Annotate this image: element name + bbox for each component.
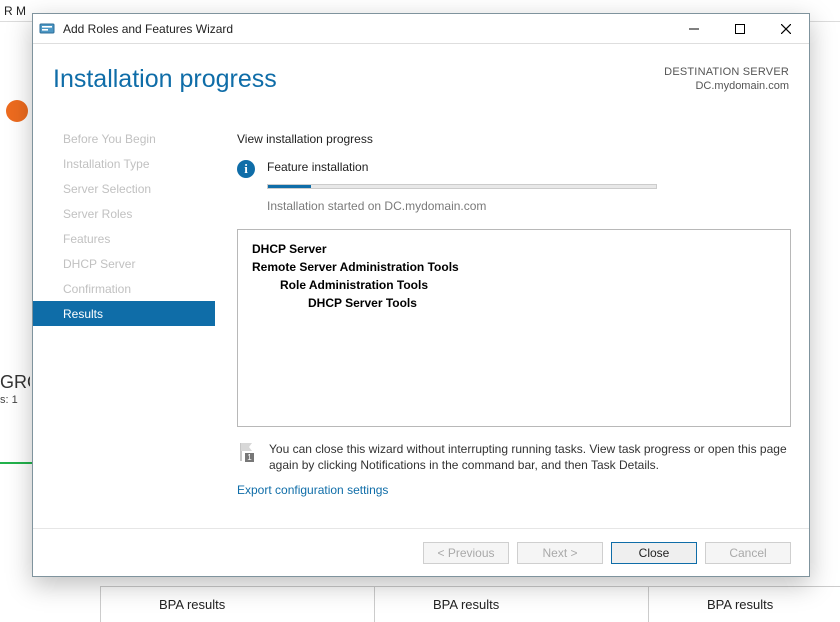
bg-group-fragment: GRO s: 1	[0, 372, 30, 406]
features-list-box: DHCP Server Remote Server Administration…	[237, 229, 791, 427]
bg-orange-tile-icon	[6, 100, 28, 122]
next-button: Next >	[517, 542, 603, 564]
minimize-button[interactable]	[671, 14, 717, 44]
nav-server-selection: Server Selection	[33, 176, 215, 201]
install-progress-bar	[267, 184, 657, 189]
dialog-content: View installation progress i Feature ins…	[237, 132, 791, 524]
nav-results[interactable]: Results	[33, 301, 215, 326]
feature-dhcp-server: DHCP Server	[252, 240, 776, 258]
bg-title-text: R M	[4, 4, 26, 18]
feature-role-admin-tools: Role Administration Tools	[252, 276, 776, 294]
bg-bpa-cell-1[interactable]: BPA results	[100, 586, 374, 622]
nav-features: Features	[33, 226, 215, 251]
bg-servers-count: s: 1	[0, 394, 30, 406]
feature-rsat: Remote Server Administration Tools	[252, 258, 776, 276]
maximize-button[interactable]	[717, 14, 763, 44]
wizard-nav: Before You Begin Installation Type Serve…	[33, 126, 215, 528]
destination-server-block: DESTINATION SERVER DC.mydomain.com	[664, 65, 789, 93]
dialog-title: Add Roles and Features Wizard	[63, 22, 233, 36]
bg-group-abbr: GRO	[0, 372, 30, 392]
svg-text:1: 1	[247, 453, 252, 462]
install-progress-fill	[268, 185, 311, 188]
bg-bpa-cell-3[interactable]: BPA results	[648, 586, 840, 622]
flag-icon: 1	[237, 441, 257, 466]
nav-server-roles: Server Roles	[33, 201, 215, 226]
progress-row: i Feature installation Installation star…	[237, 160, 791, 213]
feature-dhcp-server-tools: DHCP Server Tools	[252, 294, 776, 312]
cancel-button: Cancel	[705, 542, 791, 564]
nav-confirmation: Confirmation	[33, 276, 215, 301]
previous-button: < Previous	[423, 542, 509, 564]
dialog-titlebar[interactable]: Add Roles and Features Wizard	[33, 14, 809, 44]
hint-row: 1 You can close this wizard without inte…	[237, 441, 791, 473]
close-button[interactable]	[763, 14, 809, 44]
dialog-main: Before You Begin Installation Type Serve…	[33, 126, 809, 528]
feature-installation-label: Feature installation	[267, 160, 791, 174]
install-started-on: Installation started on DC.mydomain.com	[267, 199, 791, 213]
dialog-header: Installation progress DESTINATION SERVER…	[33, 44, 809, 114]
nav-dhcp-server: DHCP Server	[33, 251, 215, 276]
close-wizard-button[interactable]: Close	[611, 542, 697, 564]
export-settings-link[interactable]: Export configuration settings	[237, 483, 791, 497]
server-manager-app-icon	[39, 21, 55, 37]
add-roles-wizard-dialog: Add Roles and Features Wizard Installati…	[32, 13, 810, 577]
info-icon: i	[237, 160, 255, 178]
nav-before-you-begin: Before You Begin	[33, 126, 215, 151]
close-wizard-hint: You can close this wizard without interr…	[269, 441, 791, 473]
dialog-footer: < Previous Next > Close Cancel	[33, 528, 809, 576]
bg-bpa-cell-2[interactable]: BPA results	[374, 586, 648, 622]
bg-bpa-row: BPA results BPA results BPA results	[100, 586, 840, 622]
view-progress-label: View installation progress	[237, 132, 791, 146]
bg-status-bar-fragment	[0, 462, 32, 464]
destination-server-label: DESTINATION SERVER	[664, 65, 789, 79]
destination-server-name: DC.mydomain.com	[664, 79, 789, 93]
page-title: Installation progress	[53, 65, 277, 94]
nav-installation-type: Installation Type	[33, 151, 215, 176]
